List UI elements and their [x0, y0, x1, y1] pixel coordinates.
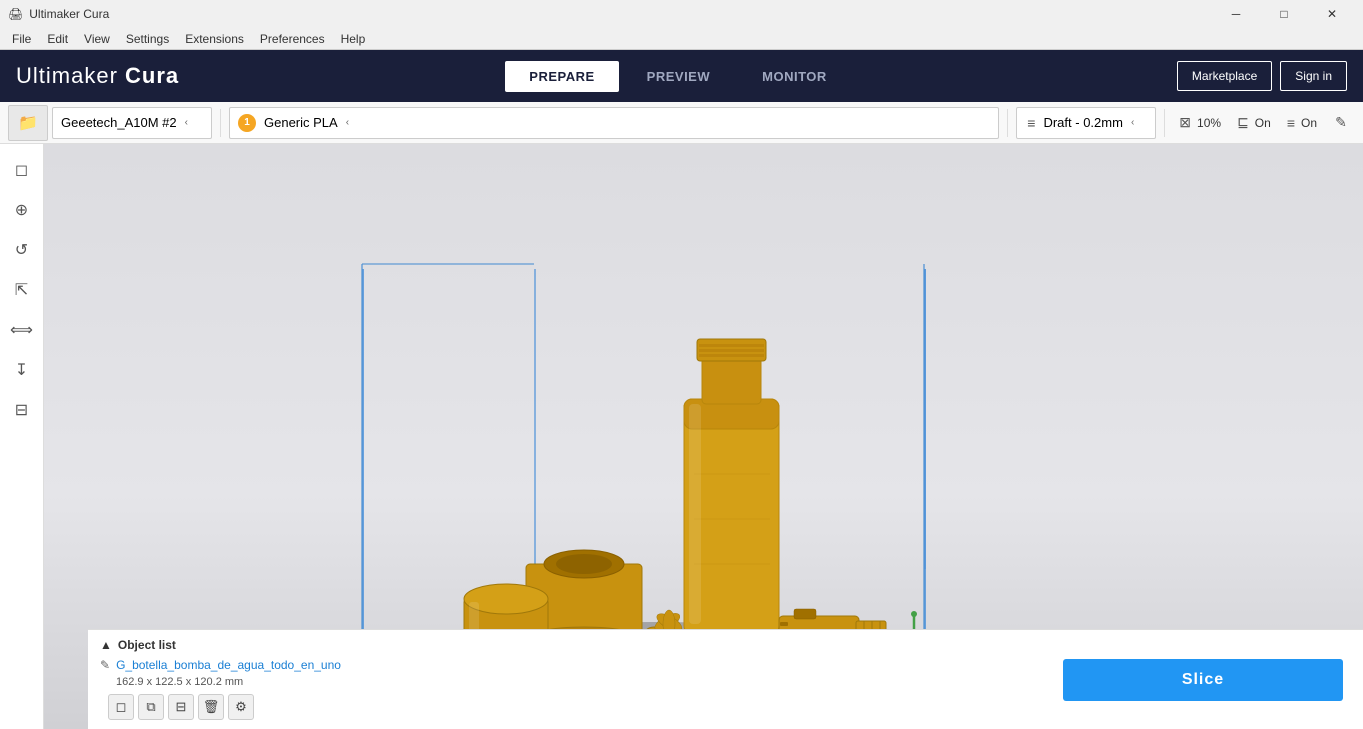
object-action-flip[interactable]: ⊟ — [168, 694, 194, 720]
app-icon: 🖨 — [8, 7, 23, 21]
folder-button[interactable]: 📁 — [8, 105, 48, 141]
support-icon: ⊑ — [1237, 114, 1249, 131]
slice-button[interactable]: Slice — [1063, 659, 1343, 701]
maximize-button[interactable]: □ — [1261, 0, 1307, 28]
sub-header: 📁 Geeetech_A10M #2 ‹ 1 Generic PLA ‹ ≡ D… — [0, 102, 1363, 144]
seam-tool-button[interactable]: ⊟ — [4, 392, 40, 428]
title-bar-left: 🖨 Ultimaker Cura — [8, 7, 109, 21]
rotate-tool-button[interactable]: ↺ — [4, 232, 40, 268]
header-nav: PREPARE PREVIEW MONITOR — [199, 61, 1157, 92]
menu-help[interactable]: Help — [333, 30, 374, 48]
logo-text-first: Ultimaker — [16, 63, 118, 88]
logo-text-second: Cura — [125, 63, 179, 88]
app-logo: Ultimaker Cura — [16, 63, 179, 89]
collapse-icon[interactable]: ▲ — [100, 638, 112, 652]
edit-settings-button[interactable]: ✎ — [1327, 109, 1355, 137]
printer-selector[interactable]: Geeetech_A10M #2 ‹ — [52, 107, 212, 139]
material-name: Generic PLA — [264, 115, 338, 130]
signin-button[interactable]: Sign in — [1280, 61, 1347, 91]
title-bar-controls: ─ □ ✕ — [1213, 0, 1355, 28]
printer-chevron-icon: ‹ — [185, 117, 188, 128]
profile-chevron-icon: ‹ — [1131, 117, 1134, 128]
viewport[interactable]: ▲ Object list ✎ G_botella_bomba_de_agua_… — [44, 144, 1363, 729]
infill-icon: ⊠ — [1179, 114, 1191, 131]
slice-panel: Slice — [1063, 659, 1343, 701]
menu-edit[interactable]: Edit — [39, 30, 76, 48]
separator-3 — [1164, 109, 1165, 137]
object-name: G_botella_bomba_de_agua_todo_en_uno — [116, 658, 341, 672]
material-selector[interactable]: 1 Generic PLA ‹ — [229, 107, 999, 139]
adhesion-icon: ≡ — [1287, 115, 1295, 131]
edit-object-icon[interactable]: ✎ — [100, 658, 110, 672]
object-list-label: Object list — [118, 638, 176, 652]
object-action-delete[interactable]: 🗑 — [198, 694, 224, 720]
menu-view[interactable]: View — [76, 30, 118, 48]
nav-monitor[interactable]: MONITOR — [738, 61, 851, 92]
support-label: On — [1255, 116, 1271, 130]
app-header: Ultimaker Cura PREPARE PREVIEW MONITOR M… — [0, 50, 1363, 102]
object-action-select[interactable]: ◻ — [108, 694, 134, 720]
select-tool-button[interactable]: ◻ — [4, 152, 40, 188]
printer-name: Geeetech_A10M #2 — [61, 115, 177, 130]
support-setting: ⊑ On — [1231, 114, 1277, 131]
title-bar: 🖨 Ultimaker Cura ─ □ ✕ — [0, 0, 1363, 28]
nav-preview[interactable]: PREVIEW — [623, 61, 734, 92]
marketplace-button[interactable]: Marketplace — [1177, 61, 1272, 91]
profile-name: Draft - 0.2mm — [1043, 115, 1122, 130]
header-right: Marketplace Sign in — [1177, 61, 1347, 91]
main-content: ◻ ⊕ ↺ ⇱ ⟺ ↧ ⊟ — [0, 144, 1363, 729]
minimize-button[interactable]: ─ — [1213, 0, 1259, 28]
left-toolbar: ◻ ⊕ ↺ ⇱ ⟺ ↧ ⊟ — [0, 144, 44, 729]
infill-value: 10% — [1197, 116, 1221, 130]
menu-settings[interactable]: Settings — [118, 30, 177, 48]
scale-tool-button[interactable]: ⇱ — [4, 272, 40, 308]
material-chevron-icon: ‹ — [346, 117, 349, 128]
infill-setting: ⊠ 10% — [1173, 114, 1227, 131]
menu-bar: File Edit View Settings Extensions Prefe… — [0, 28, 1363, 50]
material-badge: 1 — [238, 114, 256, 132]
object-action-copy[interactable]: ⧉ — [138, 694, 164, 720]
separator-1 — [220, 109, 221, 137]
object-action-settings[interactable]: ⚙ — [228, 694, 254, 720]
profile-selector[interactable]: ≡ Draft - 0.2mm ‹ — [1016, 107, 1156, 139]
profile-icon: ≡ — [1027, 115, 1035, 131]
menu-preferences[interactable]: Preferences — [252, 30, 333, 48]
adhesion-setting: ≡ On — [1281, 115, 1323, 131]
menu-file[interactable]: File — [4, 30, 39, 48]
separator-2 — [1007, 109, 1008, 137]
support-tool-button[interactable]: ↧ — [4, 352, 40, 388]
translate-tool-button[interactable]: ⊕ — [4, 192, 40, 228]
close-button[interactable]: ✕ — [1309, 0, 1355, 28]
menu-extensions[interactable]: Extensions — [177, 30, 252, 48]
nav-prepare[interactable]: PREPARE — [505, 61, 618, 92]
title-bar-text: Ultimaker Cura — [29, 7, 109, 21]
object-list-header: ▲ Object list — [100, 638, 1351, 652]
mirror-tool-button[interactable]: ⟺ — [4, 312, 40, 348]
adhesion-label: On — [1301, 116, 1317, 130]
